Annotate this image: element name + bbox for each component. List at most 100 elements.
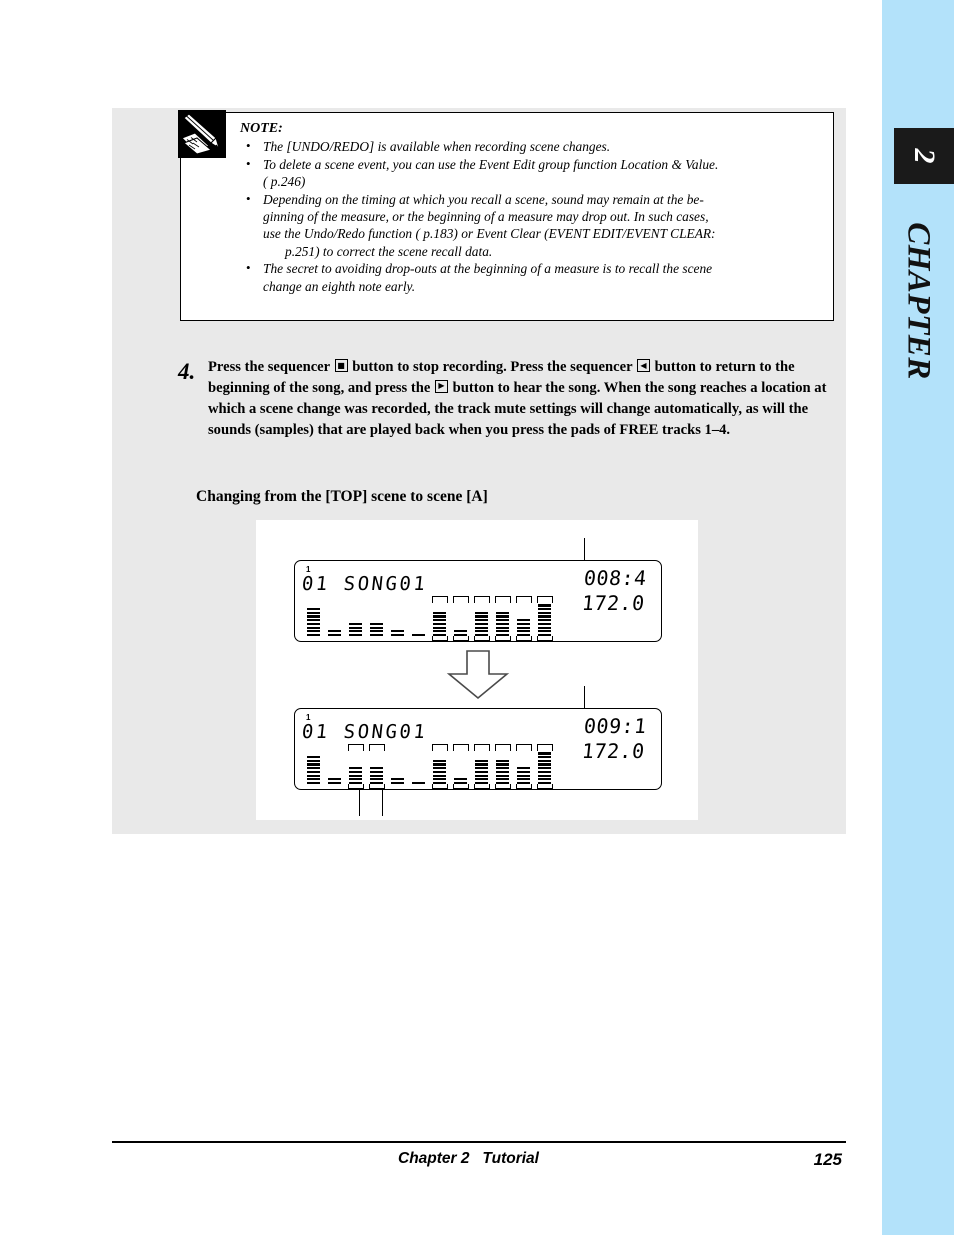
lcd-measure-value: 009:1 xyxy=(583,714,649,738)
meter-segment xyxy=(349,781,362,784)
meter-segment xyxy=(496,774,509,777)
meter-segment xyxy=(307,633,320,636)
track-meter xyxy=(347,600,364,636)
meter-segment xyxy=(496,615,509,618)
chapter-number-badge: 2 xyxy=(894,128,954,184)
chapter-word-text: CHAPTER xyxy=(900,222,937,380)
meter-segment xyxy=(538,630,551,633)
lcd-display-before: 1 01 SONG01 008:4 172.0 xyxy=(294,560,662,642)
meter-segment xyxy=(328,778,341,781)
meter-segment xyxy=(370,770,383,773)
track-meter-bars xyxy=(349,767,362,784)
meter-segment xyxy=(433,763,446,766)
page-footer: Chapter 2 Tutorial 125 xyxy=(112,1147,846,1173)
track-meter xyxy=(305,600,322,636)
play-button-icon: ▶ xyxy=(435,379,448,393)
meter-segment xyxy=(475,626,488,629)
meter-segment xyxy=(370,626,383,629)
track-meter xyxy=(326,748,343,784)
meter-segment xyxy=(538,756,551,759)
note-item-text: The secret to avoiding drop-outs at the … xyxy=(263,261,713,277)
meter-segment xyxy=(475,619,488,622)
figure-box: 1 01 SONG01 008:4 172.0 1 01 SONG01 009:… xyxy=(256,520,698,820)
meter-segment xyxy=(517,767,530,770)
meter-segment xyxy=(349,767,362,770)
note-title: NOTE: xyxy=(240,121,283,136)
track-meter-bars xyxy=(517,619,530,636)
meter-segment xyxy=(517,619,530,622)
meter-segment xyxy=(517,630,530,633)
meter-segment xyxy=(307,611,320,614)
meter-segment xyxy=(349,633,362,636)
meter-segment xyxy=(538,763,551,766)
meter-segment xyxy=(391,633,404,636)
track-meter-bars xyxy=(307,756,320,784)
meter-segment xyxy=(349,630,362,633)
meter-segment xyxy=(517,778,530,781)
meter-segment xyxy=(454,778,467,781)
meter-segment xyxy=(517,622,530,625)
meter-segment xyxy=(370,622,383,625)
meter-segment xyxy=(538,619,551,622)
track-meter xyxy=(515,596,532,641)
step-line5: when you press the pads of FREE tracks 1… xyxy=(448,421,731,438)
note-item: The secret to avoiding drop-outs at the … xyxy=(240,259,825,295)
meter-segment xyxy=(538,608,551,611)
footer-chapter-label: Chapter 2 Tutorial xyxy=(398,1150,539,1167)
meter-segment xyxy=(328,633,341,636)
meter-segment xyxy=(433,622,446,625)
meter-segment xyxy=(307,626,320,629)
meter-segment xyxy=(370,630,383,633)
track-meter-bars xyxy=(433,611,446,636)
track-meter-bars xyxy=(307,608,320,636)
track-meter xyxy=(473,596,490,641)
track-meter-bars xyxy=(391,630,404,636)
rewind-to-top-button-icon: ◀ xyxy=(636,359,650,372)
lcd-song-name: 01 SONG01 xyxy=(300,721,429,743)
footer-rule xyxy=(112,1141,846,1143)
track-meter xyxy=(389,600,406,636)
step-text: Press the sequencer ■ button to stop rec… xyxy=(208,357,838,441)
lcd-measure-value: 008:4 xyxy=(583,566,649,590)
meter-segment xyxy=(328,630,341,633)
meter-segment xyxy=(307,770,320,773)
figure-subheading: Changing from the [TOP] scene to scene [… xyxy=(196,488,488,505)
meter-segment xyxy=(433,781,446,784)
meter-segment xyxy=(307,781,320,784)
meter-segment xyxy=(349,778,362,781)
step-number: 4. xyxy=(178,359,196,384)
track-meter-bars xyxy=(517,767,530,784)
track-meter-bars xyxy=(433,759,446,784)
meter-segment xyxy=(496,767,509,770)
note-item-continuation: change an eighth note early. xyxy=(263,278,416,294)
meter-segment xyxy=(538,611,551,614)
meter-segment xyxy=(475,778,488,781)
step-block: 4. Press the sequencer ■ button to stop … xyxy=(178,357,838,441)
meter-segment xyxy=(307,608,320,611)
meter-segment xyxy=(496,759,509,762)
meter-segment xyxy=(538,767,551,770)
track-meter xyxy=(389,748,406,784)
meter-segment xyxy=(307,767,320,770)
meter-segment xyxy=(538,633,551,636)
meter-segment xyxy=(475,633,488,636)
note-item-continuation: use the Undo/Redo function ( p.183) or E… xyxy=(263,226,716,242)
meter-segment xyxy=(496,633,509,636)
meter-segment xyxy=(538,759,551,762)
meter-segment xyxy=(517,781,530,784)
meter-segment xyxy=(307,619,320,622)
meter-segment xyxy=(391,630,404,633)
track-meter-bars xyxy=(454,778,467,784)
meter-segment xyxy=(538,615,551,618)
stop-button-icon: ■ xyxy=(334,359,348,372)
meter-segment xyxy=(475,630,488,633)
track-meter xyxy=(452,596,469,641)
track-meter-bars xyxy=(328,778,341,784)
track-meter xyxy=(431,744,448,789)
meter-segment xyxy=(349,770,362,773)
meter-segment xyxy=(433,630,446,633)
meter-segment xyxy=(370,774,383,777)
meter-segment xyxy=(538,622,551,625)
play-glyph: ▶ xyxy=(438,381,445,391)
lcd-tempo-value: 172.0 xyxy=(581,739,647,763)
